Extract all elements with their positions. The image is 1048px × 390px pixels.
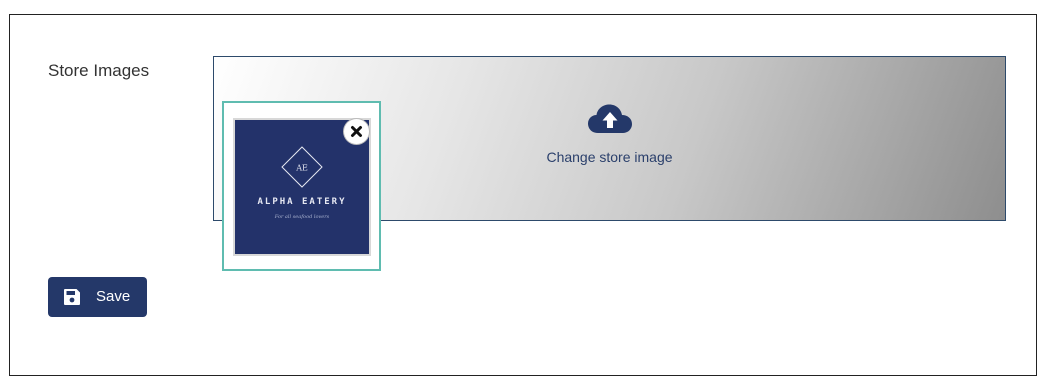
logo-tagline: For all seafood lovers <box>274 214 330 220</box>
store-images-panel: Store Images Change store image AE ALPHA… <box>9 14 1037 376</box>
logo-name: ALPHA EATERY <box>257 197 347 207</box>
logo-initials: AE <box>295 164 308 173</box>
diamond-logo-mark: AE <box>281 146 323 188</box>
store-image-thumbnail[interactable]: AE ALPHA EATERY For all seafood lovers <box>222 101 381 271</box>
save-label: Save <box>96 288 131 305</box>
store-images-label: Store Images <box>48 61 150 80</box>
cloud-upload-icon <box>588 104 632 133</box>
save-button[interactable]: Save <box>48 277 147 317</box>
remove-image-button[interactable] <box>344 119 369 144</box>
close-icon <box>351 126 362 137</box>
floppy-disk-icon <box>64 289 80 305</box>
